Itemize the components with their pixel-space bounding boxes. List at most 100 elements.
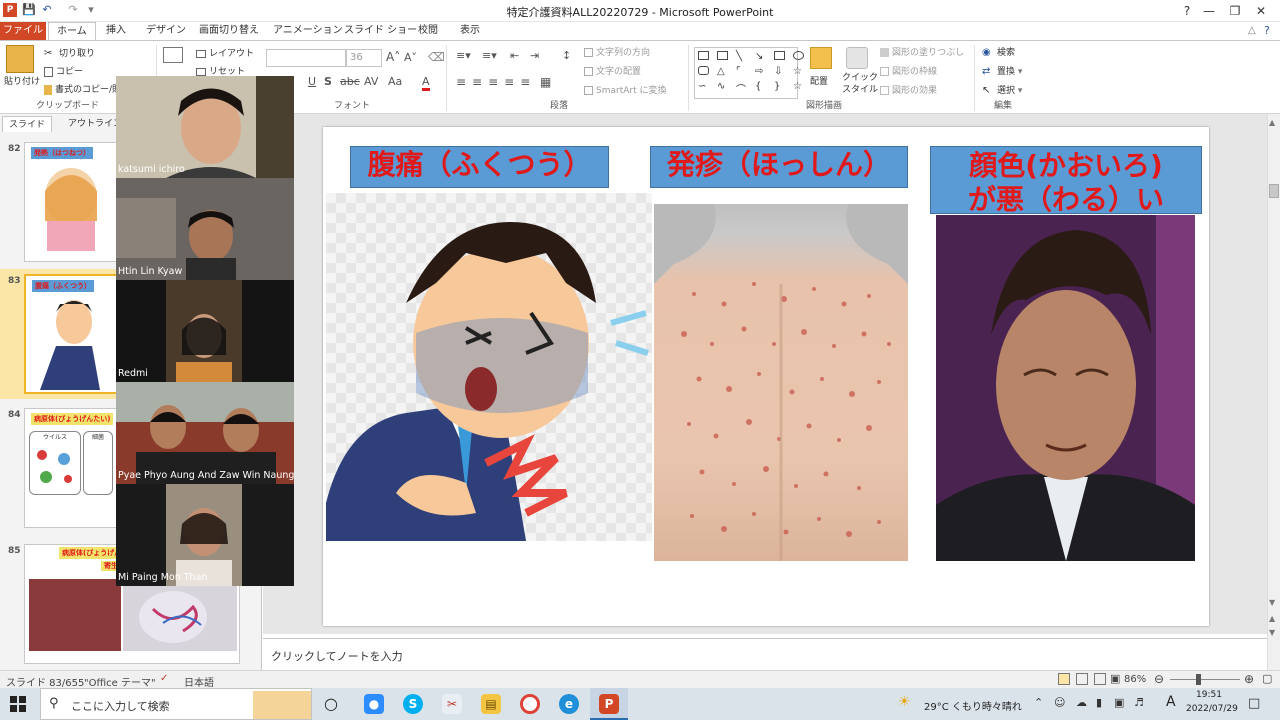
change-case-icon[interactable]: Aa [388,75,402,88]
tab-insert[interactable]: 挿入 [98,22,134,40]
bullets-icon[interactable]: ≡▾ [456,49,471,62]
shrink-font-icon[interactable]: A˅ [404,51,417,64]
task-view-icon[interactable]: ○ [324,694,338,713]
character-spacing-icon[interactable]: AV [364,75,378,88]
tab-transitions[interactable]: 画面切り替え [191,22,267,40]
previous-slide-icon[interactable]: ▲ [1269,614,1275,623]
paste-button[interactable]: 貼り付け [4,74,40,87]
freeform-shape-icon[interactable]: ∿ [717,81,732,96]
rounded-rect-shape-icon[interactable] [698,66,709,75]
shape-effects-button[interactable]: 図形の効果 [880,83,937,96]
shapes-gallery[interactable]: ╲ ↘ △ ⌜ ⇨ ⇩ ☆ ∽ ∿ ⌒ { } ☆ [694,47,804,99]
zoom-in-icon[interactable]: ⊕ [1244,672,1254,686]
normal-view-icon[interactable] [1058,673,1070,685]
arrange-button[interactable]: 配置 [810,74,828,87]
grow-font-icon[interactable]: A˄ [386,50,400,64]
zoom-level[interactable]: 86% [1124,674,1146,685]
numbering-icon[interactable]: ≡▾ [482,49,497,62]
onedrive-icon[interactable]: ☁ [1076,696,1087,709]
slide-canvas[interactable]: 腹痛（ふくつう） 発疹（ほっしん） 顔色(かおいろ) が悪（わる）い [323,127,1209,626]
rash-back-photo[interactable] [654,204,908,561]
textbox-shape-icon[interactable] [698,51,709,60]
copy-button[interactable]: コピー [44,64,83,77]
spellcheck-icon[interactable]: ✓ [160,673,168,684]
format-painter-button[interactable]: 書式のコピー/貼 [44,82,121,95]
new-slide-icon[interactable] [163,47,183,63]
notification-icon[interactable]: □ [1248,696,1260,711]
language[interactable]: 日本語 [184,674,214,689]
next-slide-icon[interactable]: ▼ [1269,628,1275,637]
zoom-slider[interactable] [1170,679,1240,680]
slideshow-icon[interactable]: ▣ [1110,672,1120,685]
slide-title-stomachache[interactable]: 腹痛（ふくつう） [350,146,609,188]
cut-button[interactable]: ✂ 切り取り [44,46,95,60]
scroll-down-icon[interactable]: ▼ [1269,598,1275,607]
volume-icon[interactable]: ♬ [1134,696,1144,709]
strikethrough-icon[interactable]: abc [340,75,360,88]
tab-review[interactable]: 校閲 [410,22,446,40]
paste-icon[interactable] [6,45,34,73]
close-button[interactable]: ✕ [1248,2,1274,20]
video-tile[interactable]: katsumi ichiro [116,76,294,178]
minimize-button[interactable]: — [1196,2,1222,20]
weather-text[interactable]: 29°C くもり時々晴れ [924,698,1022,713]
help-icon[interactable]: ? [1264,24,1270,37]
tab-view[interactable]: 表示 [452,22,488,40]
underline-icon[interactable]: U [308,75,316,88]
video-tile[interactable]: Htin Lin Kyaw [116,178,294,280]
slide-title-rash[interactable]: 発疹（ほっしん） [650,146,908,188]
zoom-out-icon[interactable]: ⊖ [1154,672,1164,686]
ribbon-collapse-icon[interactable]: △ [1248,25,1256,36]
triangle-shape-icon[interactable]: △ [717,66,732,77]
columns-icon[interactable]: ▦ [540,75,551,89]
quick-styles-button[interactable]: クイック スタイル [842,72,878,96]
zoom-slider-thumb[interactable] [1196,674,1201,685]
slide-title-pale-complexion[interactable]: 顔色(かおいろ) が悪（わる）い [930,146,1202,216]
font-color-icon[interactable]: A [422,75,430,91]
restore-button[interactable]: ❐ [1222,2,1248,20]
line-spacing-icon[interactable]: ↕ [562,49,571,62]
fit-to-window-icon[interactable]: ▢ [1262,672,1272,685]
font-name-input[interactable] [266,49,346,67]
powerpoint-taskbar-active[interactable]: P [590,688,628,720]
skype-icon[interactable]: S [403,694,423,714]
down-arrow-shape-icon[interactable]: ⇩ [774,66,789,77]
text-direction-button[interactable]: 文字列の方向 [584,45,650,58]
video-tile[interactable]: Redmi [116,280,294,382]
scroll-thumb[interactable] [1269,184,1279,198]
battery-icon[interactable]: ▮ [1096,696,1102,709]
shape-outline-button[interactable]: 図形の枠線 [880,64,937,77]
arrow-line-shape-icon[interactable]: ↘ [755,51,770,62]
tab-design[interactable]: デザイン [138,22,194,40]
clock-time[interactable]: 19:51 [1196,690,1222,700]
tray-chevron-icon[interactable]: ⌃ [1034,696,1043,709]
tab-home[interactable]: ホーム [48,22,96,40]
arrange-icon[interactable] [810,47,832,69]
smartart-button[interactable]: SmartArt に変換 [584,83,666,96]
tab-file[interactable]: ファイル [0,22,46,40]
oval-shape-icon[interactable] [793,51,804,60]
vertical-textbox-shape-icon[interactable] [717,51,728,60]
edge-icon[interactable]: e [559,694,579,714]
align-buttons[interactable]: ≡≡≡≡≡ [456,75,536,89]
brace-right-shape-icon[interactable]: } [774,81,789,96]
replace-button[interactable]: ⇄ 置換 ▾ [982,64,1022,78]
vertical-scrollbar[interactable]: ▲ ▼ ▲ ▼ [1267,114,1280,670]
video-tile[interactable]: Pyae Phyo Aung And Zaw Win Naung [116,382,294,484]
find-button[interactable]: ◉ 検索 [982,45,1015,59]
stomachache-illustration[interactable] [326,193,652,541]
video-tile[interactable]: Mi Paing Mon Than [116,484,294,586]
line-shape-icon[interactable]: ╲ [736,51,751,62]
star5-shape-icon[interactable]: ☆ [793,81,808,96]
quick-styles-icon[interactable] [846,47,868,69]
rectangle-shape-icon[interactable] [774,51,785,60]
reading-view-icon[interactable] [1094,673,1106,685]
align-text-button[interactable]: 文字の配置 [584,64,641,77]
scroll-up-icon[interactable]: ▲ [1269,118,1275,127]
weather-icon[interactable]: ☀ [898,694,911,710]
chrome-icon[interactable] [520,694,540,714]
star-shape-icon[interactable]: ☆ [793,66,808,77]
curve-shape-icon[interactable]: ∽ [698,81,713,96]
zoom-app-icon[interactable]: ● [364,694,384,714]
taskbar-search[interactable]: ⚲ ここに入力して検索 [40,688,312,720]
